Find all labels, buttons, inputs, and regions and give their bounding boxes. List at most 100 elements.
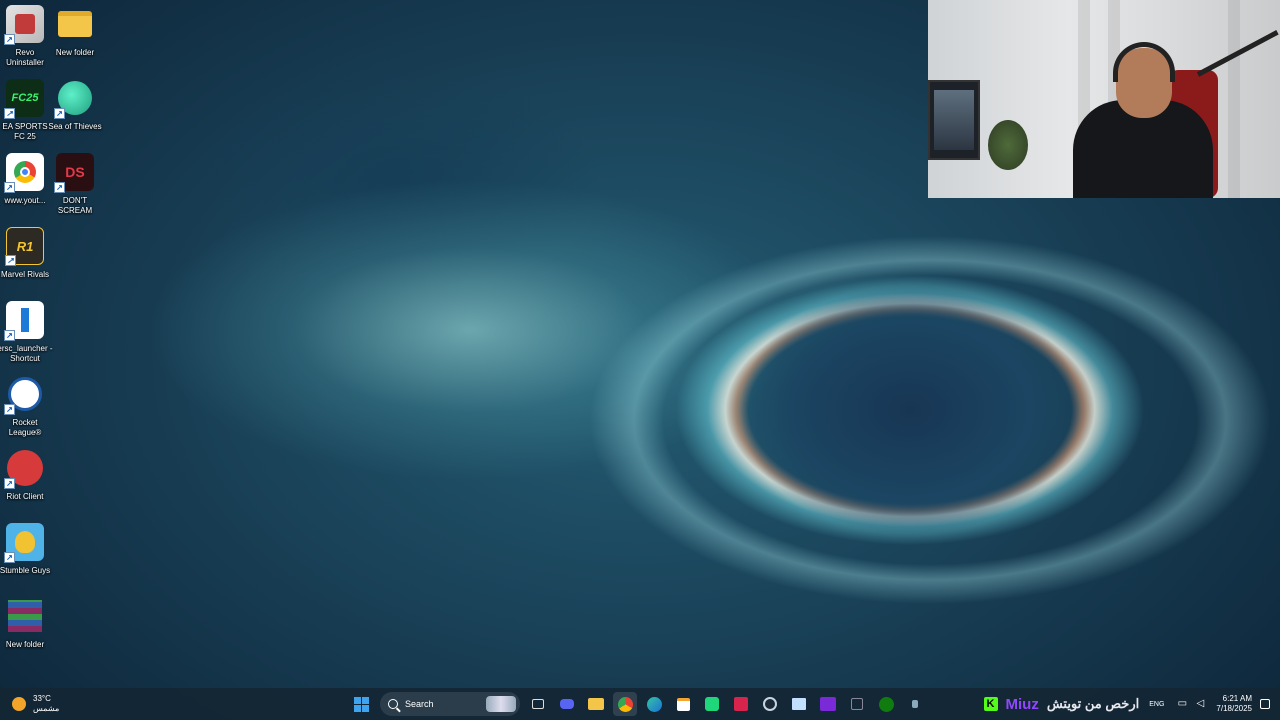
desktop-icon-label: ersc_launcher - Shortcut	[0, 344, 53, 363]
desktop-icon-new-folder[interactable]: New folder	[50, 0, 100, 58]
clock[interactable]: 6:21 AM 7/18/2025	[1216, 694, 1252, 714]
app-red-button[interactable]	[729, 692, 753, 716]
promo-text: ارخص من تويتش	[1046, 696, 1140, 711]
search-highlight-icon	[486, 696, 516, 712]
steam-button[interactable]	[758, 692, 782, 716]
steam-icon	[763, 697, 777, 711]
webcam-monitor	[928, 80, 980, 160]
app-close-button[interactable]	[845, 692, 869, 716]
desktop-icon-label: www.yout...	[4, 196, 46, 205]
weather-widget[interactable]: 33°C مشمس	[12, 694, 59, 714]
desktop-icon-ea-fc25[interactable]: FC25 ↗ EA SPORTS FC 25	[0, 74, 50, 142]
streamer-name: Miuz	[1005, 695, 1039, 713]
desktop-icon-rocket-league[interactable]: ↗ Rocket League®	[0, 370, 50, 438]
app-green-button[interactable]	[700, 692, 724, 716]
app-close-icon	[851, 698, 863, 710]
desktop-icon-label: Revo Uninstaller	[6, 48, 44, 67]
desktop-icon-revo-uninstaller[interactable]: ↗ Revo Uninstaller	[0, 0, 50, 68]
sea-of-thieves-icon: ↗	[54, 79, 94, 119]
desktop-icon-label: New folder	[55, 48, 95, 57]
sun-icon	[12, 697, 26, 711]
shortcut-arrow-icon: ↗	[4, 330, 15, 341]
xbox-icon	[878, 696, 894, 712]
desktop-icon-label: New folder	[5, 640, 45, 649]
chrome-icon	[617, 696, 633, 712]
discord-icon	[560, 699, 574, 709]
chrome-button[interactable]	[613, 692, 637, 716]
dont-scream-icon: DS ↗	[54, 153, 94, 193]
app-window-icon	[792, 698, 806, 710]
shortcut-arrow-icon: ↗	[4, 34, 15, 45]
kick-logo-icon: K	[983, 697, 998, 711]
desktop-icon-sea-of-thieves[interactable]: ↗ Sea of Thieves	[48, 74, 102, 132]
notification-bell-icon[interactable]	[1260, 699, 1270, 709]
windows-icon	[353, 696, 369, 712]
weather-temp: 33°C	[33, 694, 51, 703]
desktop-icon-label: Sea of Thieves	[48, 122, 102, 131]
folder-icon	[56, 5, 94, 43]
task-view-button[interactable]	[526, 692, 550, 716]
edge-button[interactable]	[642, 692, 666, 716]
webcam-plant	[988, 120, 1028, 170]
folder-icon	[588, 698, 604, 710]
app-window-button[interactable]	[787, 692, 811, 716]
revo-uninstaller-icon: ↗	[4, 5, 44, 45]
file-explorer-button[interactable]	[584, 692, 608, 716]
taskbar-apps: Search	[349, 692, 932, 716]
xbox-button[interactable]	[874, 692, 898, 716]
network-icon[interactable]: ▭	[1176, 698, 1188, 710]
desktop-icon-stumble-guys[interactable]: ↗ Stumble Guys	[0, 518, 50, 576]
discord-button[interactable]	[555, 692, 579, 716]
start-button[interactable]	[349, 692, 373, 716]
weather-desc: مشمس	[33, 704, 60, 713]
desktop-icon-riot-client[interactable]: ↗ Riot Client	[0, 444, 50, 502]
desktop-icon-new-folder-winrar[interactable]: New folder	[0, 592, 50, 650]
desktop-icon-youtube-shortcut[interactable]: ↗ www.yout...	[0, 148, 50, 206]
desktop-icon-label: Stumble Guys	[0, 566, 51, 575]
shortcut-arrow-icon: ↗	[54, 108, 65, 119]
shortcut-arrow-icon: ↗	[4, 552, 15, 563]
system-tray: K Miuz ارخص من تويتش ENG ▭ ◁ 6:21 AM 7/1…	[983, 688, 1280, 720]
shortcut-arrow-icon: ↗	[4, 478, 15, 489]
ea-fc25-icon: FC25 ↗	[4, 79, 44, 119]
task-view-icon	[532, 699, 544, 709]
desktop-icon-marvel-rivals[interactable]: R1 ↗ Marvel Rivals	[0, 222, 50, 280]
store-button[interactable]	[671, 692, 695, 716]
nexus-button[interactable]	[816, 692, 840, 716]
marvel-rivals-icon: R1 ↗	[5, 227, 44, 266]
shortcut-arrow-icon: ↗	[4, 182, 15, 193]
desktop-icon-dont-scream[interactable]: DS ↗ DON'T SCREAM	[50, 148, 100, 216]
taskbar: 33°C مشمس Search K Miuz ارخص من تويتش EN…	[0, 688, 1280, 720]
dont-scream-glyph: DS	[65, 164, 85, 180]
stream-promo-overlay: K Miuz ارخص من تويتش	[983, 695, 1140, 713]
app-small-icon	[912, 700, 918, 708]
taskbar-search[interactable]: Search	[380, 692, 520, 716]
marvel-rivals-glyph: R1	[16, 238, 34, 254]
clock-date: 7/18/2025	[1216, 704, 1252, 713]
app-green-icon	[705, 697, 719, 711]
headset	[1113, 42, 1175, 82]
webcam-overlay	[928, 0, 1280, 198]
shortcut-arrow-icon: ↗	[5, 255, 16, 266]
desktop-icon-label: Marvel Rivals	[0, 270, 49, 279]
edge-icon	[646, 696, 662, 712]
app-small-button[interactable]	[903, 692, 927, 716]
search-placeholder: Search	[405, 699, 434, 709]
desktop-icon-label: DON'T SCREAM	[57, 196, 93, 215]
volume-icon[interactable]: ◁	[1194, 698, 1206, 710]
stumble-guys-icon: ↗	[4, 523, 44, 563]
search-icon	[388, 699, 398, 709]
desktop-icon-ersc-launcher[interactable]: ↗ ersc_launcher - Shortcut	[0, 296, 53, 364]
shortcut-arrow-icon: ↗	[4, 108, 15, 119]
winrar-icon	[6, 597, 44, 635]
desktop-icon-label: Rocket League®	[8, 418, 42, 437]
ea-fc25-glyph: FC25	[11, 92, 39, 104]
shortcut-arrow-icon: ↗	[4, 404, 15, 415]
rocket-league-icon: ↗	[4, 375, 44, 415]
store-icon	[676, 697, 690, 711]
language-indicator[interactable]: ENG	[1149, 701, 1164, 708]
shortcut-arrow-icon: ↗	[54, 182, 65, 193]
desktop-icon-label: Riot Client	[6, 492, 44, 501]
nexus-icon	[820, 697, 836, 711]
clock-time: 6:21 AM	[1222, 694, 1252, 703]
